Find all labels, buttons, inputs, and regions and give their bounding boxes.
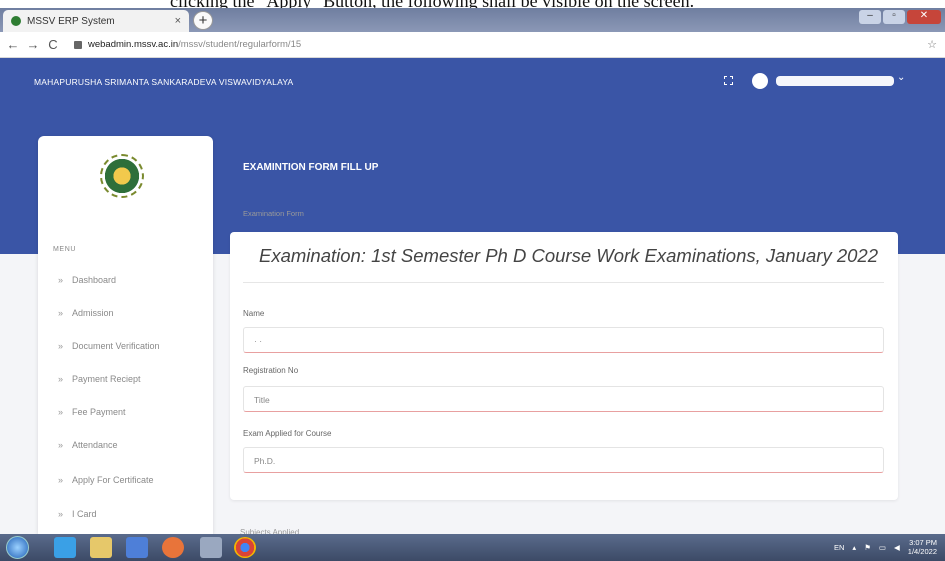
chevron-right-icon: »: [58, 440, 64, 450]
chrome-icon[interactable]: [234, 537, 256, 558]
clock-date: 1/4/2022: [907, 547, 937, 556]
sidebar-item-admission[interactable]: » Admission: [58, 305, 114, 321]
user-menu-chevron-icon[interactable]: ⌄: [897, 72, 905, 83]
sidebar-item-label: Attendance: [72, 440, 118, 450]
reload-icon[interactable]: C: [46, 37, 60, 52]
chevron-right-icon: »: [58, 374, 64, 384]
heading-divider: [243, 282, 884, 283]
university-title: MAHAPURUSHA SRIMANTA SANKARADEVA VISWAVI…: [34, 77, 294, 87]
sidebar-item-dashboard[interactable]: » Dashboard: [58, 272, 116, 288]
maximize-icon[interactable]: ▫: [883, 10, 905, 24]
tab-title: MSSV ERP System: [27, 15, 115, 27]
internet-explorer-icon[interactable]: [54, 537, 76, 558]
flag-icon[interactable]: ⚑: [864, 543, 871, 552]
sidebar: MENU » Dashboard » Admission » Document …: [38, 136, 213, 534]
forward-icon[interactable]: →: [26, 37, 40, 52]
network-icon[interactable]: ▭: [879, 543, 886, 552]
window-close-icon[interactable]: ✕: [907, 10, 941, 24]
sidebar-item-label: Document Verification: [72, 341, 160, 351]
sidebar-item-icard[interactable]: » I Card: [58, 506, 97, 522]
sidebar-item-label: Admission: [72, 308, 114, 318]
sidebar-item-label: I Card: [72, 509, 97, 519]
language-indicator[interactable]: EN: [834, 543, 844, 552]
breadcrumb: Examination Form: [243, 209, 304, 218]
sidebar-item-label: Dashboard: [72, 275, 117, 285]
windows-taskbar: EN ▴ ⚑ ▭ ◀ 3:07 PM 1/4/2022: [0, 534, 945, 561]
url-path: /mssv/student/regularform/15: [178, 39, 302, 50]
document-caption: clicking the "Apply" Button, the followi…: [0, 0, 945, 8]
exam-course-label: Exam Applied for Course: [243, 429, 332, 438]
sidebar-item-label: Fee Payment: [72, 407, 126, 417]
notes-icon[interactable]: [200, 537, 222, 558]
clock-time: 3:07 PM: [909, 538, 937, 547]
sidebar-item-label: Payment Reciept: [72, 374, 141, 384]
browser-tab-bar: MSSV ERP System × + – ▫ ✕: [0, 8, 945, 32]
chevron-right-icon: »: [58, 341, 64, 351]
caption-text: clicking the "Apply" Button, the followi…: [170, 0, 694, 8]
user-avatar[interactable]: [752, 73, 768, 89]
clock[interactable]: 3:07 PM 1/4/2022: [908, 538, 937, 556]
site-favicon-icon: [11, 16, 21, 26]
page-title: EXAMINTION FORM FILL UP: [243, 162, 379, 173]
fullscreen-icon[interactable]: [724, 76, 733, 85]
registration-no-label: Registration No: [243, 366, 299, 375]
sidebar-item-document-verification[interactable]: » Document Verification: [58, 338, 160, 354]
sidebar-item-fee-payment[interactable]: » Fee Payment: [58, 404, 126, 420]
chevron-right-icon: »: [58, 407, 64, 417]
window-controls: – ▫ ✕: [857, 10, 941, 24]
system-tray: EN ▴ ⚑ ▭ ◀ 3:07 PM 1/4/2022: [834, 538, 937, 556]
address-bar-actions: ☆: [927, 38, 937, 51]
tab-close-icon[interactable]: ×: [175, 15, 181, 27]
university-logo: [100, 154, 144, 198]
chevron-right-icon: »: [58, 509, 64, 519]
lock-icon: [74, 40, 82, 49]
minimize-icon[interactable]: –: [859, 10, 881, 24]
chevron-right-icon: »: [58, 275, 64, 285]
sidebar-item-label: Apply For Certificate: [72, 475, 154, 485]
word-icon[interactable]: [126, 537, 148, 558]
volume-icon[interactable]: ◀: [894, 543, 900, 552]
sidebar-item-apply-for-certificate[interactable]: » Apply For Certificate: [58, 472, 154, 488]
chevron-right-icon: »: [58, 308, 64, 318]
back-icon[interactable]: ←: [6, 37, 20, 52]
user-name-redacted[interactable]: [776, 76, 894, 86]
registration-no-field[interactable]: Title: [243, 386, 884, 412]
url-domain: webadmin.mssv.ac.in: [88, 39, 179, 50]
url-field[interactable]: webadmin.mssv.ac.in/mssv/student/regular…: [88, 39, 301, 50]
menu-label: MENU: [53, 246, 77, 253]
firefox-icon[interactable]: [162, 537, 184, 558]
start-button-icon[interactable]: [6, 536, 29, 559]
exam-heading: Examination: 1st Semester Ph D Course Wo…: [259, 245, 879, 266]
bookmark-star-icon[interactable]: ☆: [927, 38, 937, 51]
name-field[interactable]: · ·: [243, 327, 884, 353]
address-bar: ← → C webadmin.mssv.ac.in/mssv/student/r…: [0, 32, 945, 58]
browser-tab[interactable]: MSSV ERP System ×: [3, 10, 189, 32]
tray-arrow-icon[interactable]: ▴: [852, 543, 856, 552]
sidebar-item-payment-reciept[interactable]: » Payment Reciept: [58, 371, 141, 387]
new-tab-button[interactable]: +: [193, 11, 213, 30]
file-explorer-icon[interactable]: [90, 537, 112, 558]
exam-course-field[interactable]: Ph.D.: [243, 447, 884, 473]
sidebar-item-attendance[interactable]: » Attendance: [58, 437, 118, 453]
chevron-right-icon: »: [58, 475, 64, 485]
name-label: Name: [243, 309, 265, 318]
